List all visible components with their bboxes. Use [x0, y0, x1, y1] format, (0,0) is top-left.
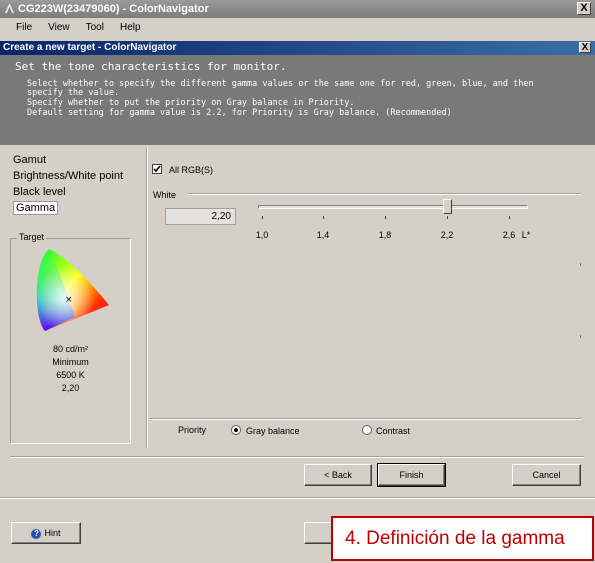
finish-button[interactable]: Finish: [377, 463, 446, 487]
menu-view[interactable]: View: [40, 22, 78, 33]
target-white-point: 6500 K: [56, 370, 85, 380]
priority-label: Priority: [178, 425, 207, 435]
nav-item-black-level[interactable]: Black level: [12, 184, 142, 200]
target-luminance: 80 cd/m²: [52, 344, 88, 354]
all-rgb-checkbox[interactable]: [152, 164, 162, 174]
target-black-level: Minimum: [52, 357, 89, 367]
window-close-button[interactable]: X: [577, 2, 591, 15]
slider-tick: [262, 216, 263, 219]
app-icon: [5, 4, 14, 13]
slider-tick: [323, 216, 324, 219]
priority-gray-balance-label: Gray balance: [246, 426, 300, 436]
header-line: Default setting for gamma value is 2.2, …: [27, 108, 452, 118]
gamma-slider-track[interactable]: [258, 205, 528, 209]
header-title: Set the tone characteristics for monitor…: [15, 60, 287, 73]
priority-gray-balance-radio[interactable]: [231, 425, 241, 435]
nav-item-label: Brightness/White point: [13, 170, 124, 182]
priority-contrast-label: Contrast: [376, 426, 411, 436]
target-gamma: 2,20: [61, 383, 80, 393]
white-channel-label: White: [153, 190, 177, 200]
footer-separator: [0, 497, 595, 499]
all-rgb-label: All RGB(S): [169, 165, 214, 175]
checkmark-icon: [153, 165, 161, 173]
window-title: CG223W(23479060) - ColorNavigator: [18, 3, 209, 15]
instruction-header: Set the tone characteristics for monitor…: [0, 55, 595, 145]
nav-item-gamma[interactable]: Gamma: [12, 200, 142, 216]
target-group: Target × 80 cd/m² Minimum 6500 K 2,20: [10, 232, 131, 444]
scroll-mark: [580, 263, 581, 266]
help-icon: ?: [31, 528, 42, 539]
header-line: specify the value.: [27, 88, 120, 98]
priority-separator: [150, 418, 582, 420]
cancel-button[interactable]: Cancel: [512, 464, 581, 486]
close-icon: X: [580, 2, 588, 14]
priority-contrast-radio[interactable]: [362, 425, 372, 435]
gamma-value-field[interactable]: 2,20: [165, 208, 236, 225]
step-nav: Gamut Brightness/White point Black level…: [12, 152, 142, 216]
slider-tick-label: 2,6: [502, 230, 516, 240]
dialog-title: Create a new target - ColorNavigator: [3, 42, 177, 53]
back-button[interactable]: < Back: [304, 464, 372, 486]
svg-text:×: ×: [65, 295, 73, 305]
close-icon: X: [581, 42, 589, 53]
target-legend: Target: [17, 232, 47, 242]
dialog-close-button[interactable]: X: [579, 42, 591, 53]
nav-item-brightness-white-point[interactable]: Brightness/White point: [12, 168, 142, 184]
slider-tick-label: 2,2: [440, 230, 454, 240]
gamut-triangle-icon: ×: [36, 249, 109, 331]
slider-tick-label: 1,0: [255, 230, 269, 240]
panel-divider: [146, 148, 148, 448]
scroll-mark: [580, 335, 581, 338]
radio-selected-dot: [234, 428, 238, 432]
window-titlebar: CG223W(23479060) - ColorNavigator X: [0, 0, 595, 18]
target-values: 80 cd/m² Minimum 6500 K 2,20: [11, 343, 130, 395]
nav-item-label: Black level: [13, 186, 66, 198]
slider-tick-label: 1,4: [316, 230, 330, 240]
slider-unit-label: L*: [521, 230, 531, 240]
menu-file[interactable]: File: [8, 22, 40, 33]
hint-button[interactable]: ? Hint: [11, 522, 81, 544]
slider-tick: [385, 216, 386, 219]
nav-item-gamut[interactable]: Gamut: [12, 152, 142, 168]
hint-label: Hint: [44, 528, 61, 538]
gamma-slider-thumb[interactable]: [443, 199, 453, 214]
caption-overlay: 4. Definición de la gamma: [331, 516, 594, 561]
menubar: File View Tool Help: [0, 18, 595, 37]
nav-item-label: Gamut: [13, 154, 47, 166]
menu-tool[interactable]: Tool: [78, 22, 112, 33]
button-separator: [10, 456, 584, 458]
menu-help[interactable]: Help: [112, 22, 149, 33]
white-group-line: [188, 193, 581, 195]
slider-tick: [509, 216, 510, 219]
slider-tick-label: 1,8: [378, 230, 392, 240]
nav-item-label: Gamma: [13, 201, 59, 215]
slider-tick: [447, 216, 448, 219]
dialog-titlebar: Create a new target - ColorNavigator X: [0, 41, 595, 55]
header-line: Specify whether to put the priority on G…: [27, 98, 355, 108]
